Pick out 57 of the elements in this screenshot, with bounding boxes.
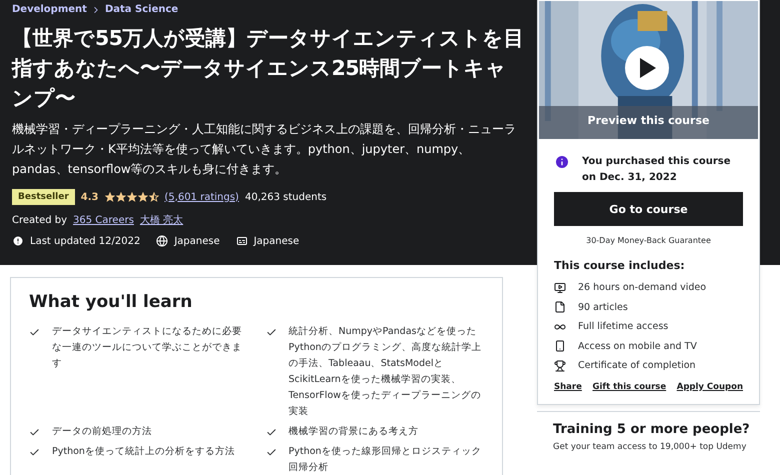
breadcrumb-link[interactable]: Development [12, 4, 87, 15]
meta-text: Japanese [174, 236, 220, 246]
ratings-link[interactable]: (5,601 ratings) [164, 192, 239, 202]
video-icon [554, 282, 566, 294]
captions-icon [236, 235, 248, 247]
play-icon [638, 58, 656, 78]
card-link[interactable]: Apply Coupon [676, 382, 743, 392]
guarantee-text: 30-Day Money-Back Guarantee [585, 236, 712, 245]
course-description: 機械学習・ディープラーニング・人工知能に関するビジネス上の課題を、回帰分析・ニューラルネットワーク・K平均法等を使って解いていきます。python、jupyter、numpy、pandas、tensorflow等のスキルも身に付きます。 [12, 121, 517, 178]
preview-label: Preview this course [586, 114, 710, 127]
breadcrumb-link[interactable]: Data Science [104, 4, 178, 15]
includes-title: This course includes: [554, 259, 686, 272]
check-icon [29, 327, 40, 338]
training-text: Get your team access to 19,000+ top Udemy [553, 440, 748, 452]
file-icon [554, 301, 566, 314]
bestseller-badge: Bestseller [12, 189, 75, 205]
go-to-course-button[interactable]: Go to course [554, 192, 743, 226]
star-icon [116, 192, 126, 202]
includes-item: 26 hours on-demand video [578, 282, 706, 294]
learn-item: 統計分析、NumpyやPandasなどを使ったPythonのプログラミング、高度な統計学上の手法、Tableaau、StatsModelとScikitLearnを使った機械学習の実装、TensorFlowを使ったディープラーニングの実装 [288, 325, 482, 419]
rating-value: 4.3 [80, 192, 99, 202]
student-count: 40,263 students [244, 192, 327, 202]
preview-video[interactable]: Preview this course [538, 0, 759, 140]
info-icon [554, 154, 570, 170]
meta-text: Japanese [254, 236, 300, 246]
course-title: 【世界で55万人が受講】データサイエンティストを目指すあなたへ〜データサイエンス25時間ブートキャンプ〜 [12, 25, 525, 112]
created-by-label: Created by [12, 214, 68, 226]
author-link[interactable]: 大橋 亮太 [140, 213, 184, 227]
includes-item: Full lifetime access [578, 321, 668, 332]
learn-item: Pythonを使って統計上の分析をする方法 [52, 445, 235, 459]
star-icon [126, 192, 137, 202]
globe-icon [156, 235, 168, 247]
star-icon [104, 192, 115, 202]
training-title: Training 5 or more people? [553, 422, 751, 436]
learn-item: データサイエンティストになるために必要な一連のツールについて学ぶことができます [52, 325, 243, 371]
check-icon [29, 427, 40, 438]
trophy-icon [554, 360, 566, 372]
includes-item: 90 articles [578, 302, 628, 313]
smartphone-icon [554, 340, 566, 352]
star-icon [138, 192, 148, 202]
check-icon [266, 447, 276, 458]
learn-item: Pythonを使った線形回帰とロジスティック回帰分析 [288, 445, 482, 475]
section-title: What you'll learn [29, 292, 194, 312]
half-star-icon [148, 192, 159, 202]
author-link[interactable]: 365 Careers [73, 214, 134, 226]
check-icon [266, 427, 276, 438]
card-link[interactable]: Share [554, 382, 582, 392]
check-icon [266, 327, 276, 338]
meta-text: Last updated 12/2022 [30, 236, 140, 246]
includes-item: Certificate of completion [578, 360, 696, 372]
card-link[interactable]: Gift this course [592, 382, 666, 392]
alert-icon [12, 235, 24, 247]
purchase-notice: You purchased this course on Dec. 31, 2022 [582, 155, 732, 185]
learn-item: データの前処理の方法 [52, 425, 152, 439]
check-icon [29, 447, 40, 458]
includes-item: Access on mobile and TV [578, 340, 697, 352]
learn-item: 機械学習の背景にある考え方 [288, 425, 418, 439]
